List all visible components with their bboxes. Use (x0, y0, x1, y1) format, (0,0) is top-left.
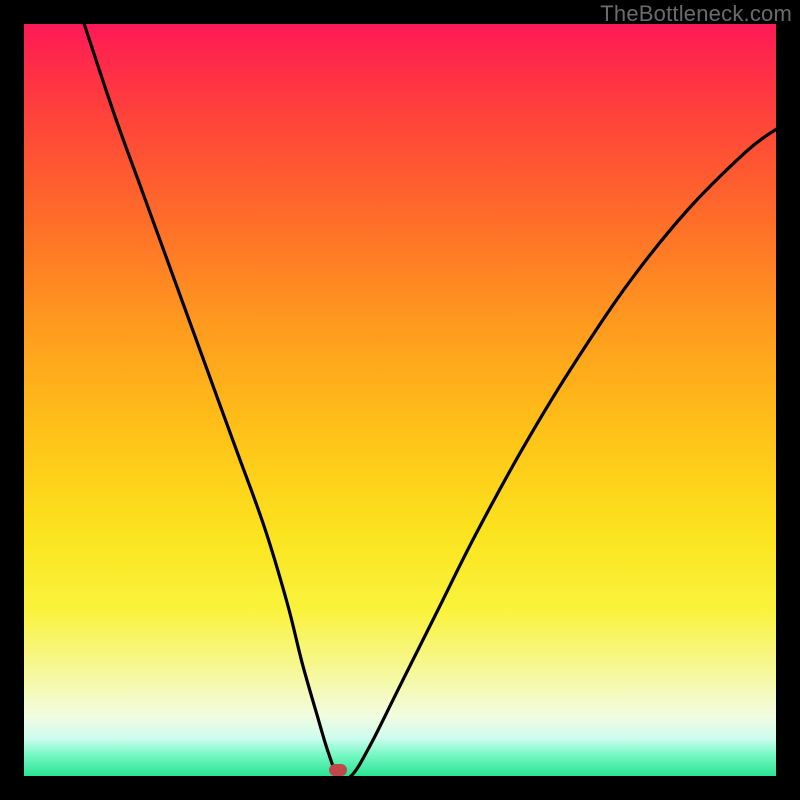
chart-frame-border (0, 0, 800, 800)
chart-stage: TheBottleneck.com (0, 0, 800, 800)
watermark-text: TheBottleneck.com (600, 1, 792, 27)
